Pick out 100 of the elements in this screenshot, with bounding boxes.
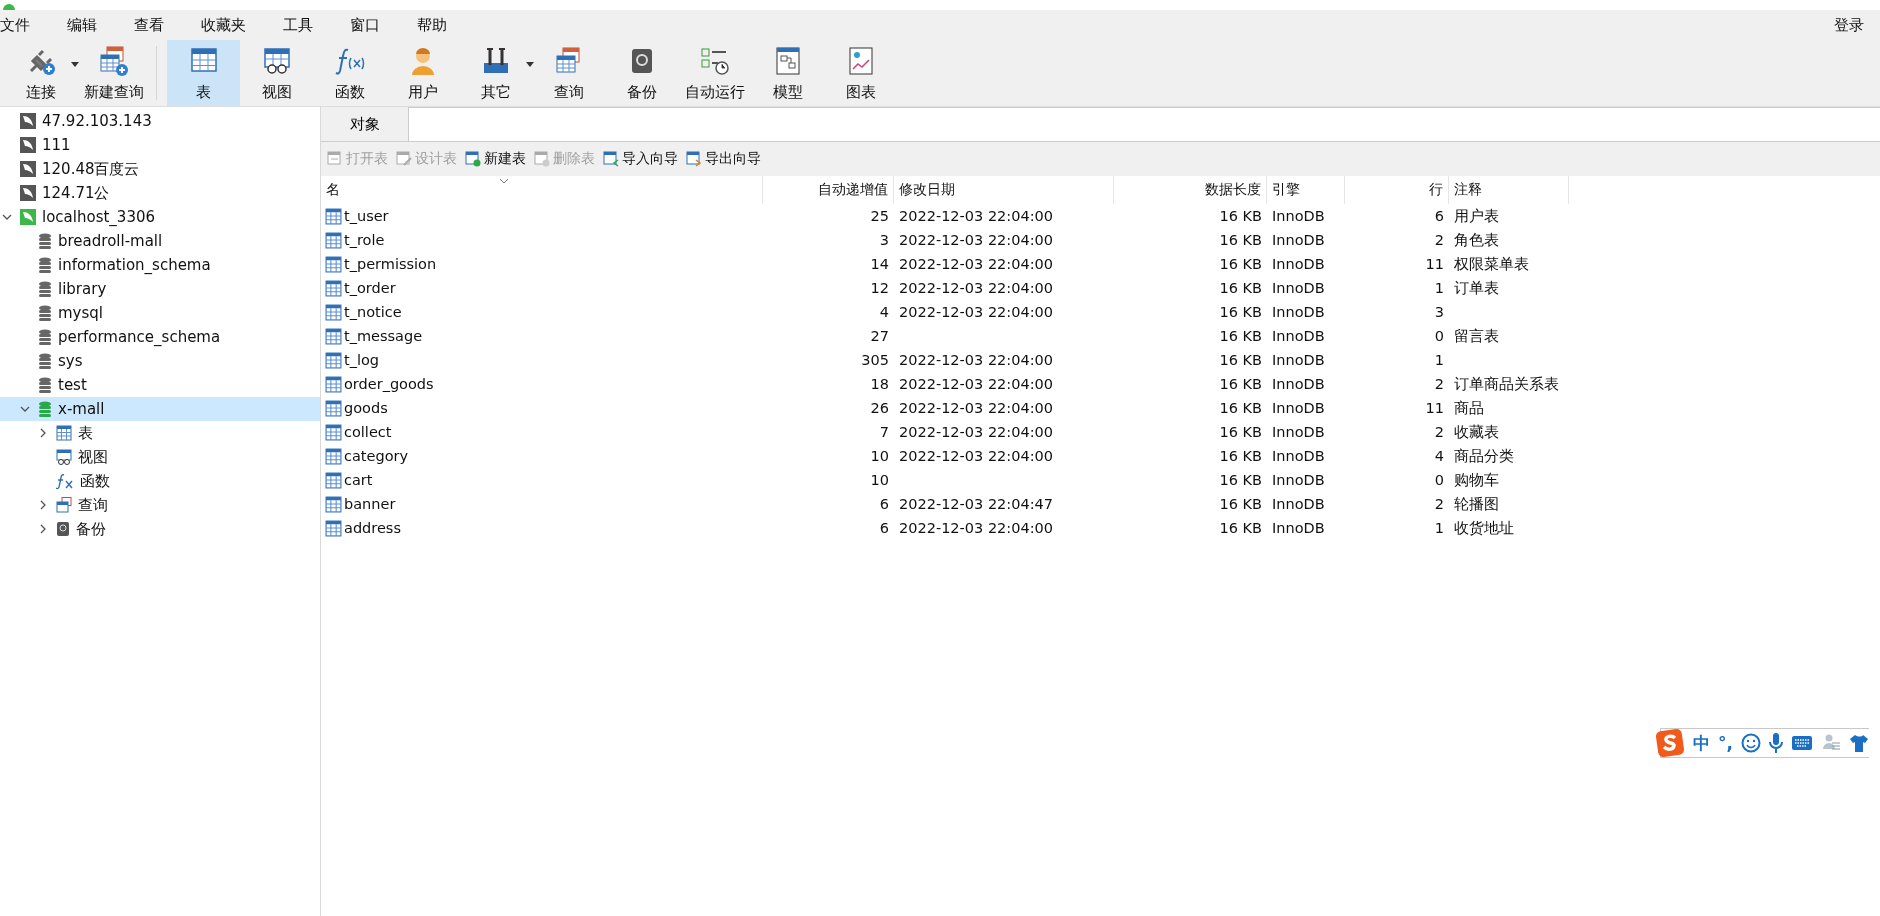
table-cell-text: 2022-12-03 22:04:00 bbox=[898, 231, 1054, 250]
menu-item[interactable]: 窗口 bbox=[350, 15, 393, 35]
tree-item[interactable]: 备份 bbox=[0, 517, 320, 541]
tree-item[interactable]: 函数 bbox=[0, 469, 320, 493]
menu-item[interactable]: 收藏夹 bbox=[201, 15, 259, 35]
toolbar-button[interactable]: 表 bbox=[167, 40, 240, 106]
tree-item[interactable]: x-mall bbox=[0, 397, 320, 421]
table-cell[interactable]: banner bbox=[321, 492, 763, 516]
table-cell-text: 16 KB bbox=[1218, 255, 1263, 274]
column-header[interactable]: 注释 bbox=[1449, 176, 1569, 204]
table-cell-text: 0 bbox=[1433, 327, 1445, 346]
table-cell[interactable]: t_notice bbox=[321, 300, 763, 324]
microphone-icon[interactable] bbox=[1768, 732, 1783, 754]
menu-item[interactable]: 帮助 bbox=[417, 15, 460, 35]
table-cell-text: 权限菜单表 bbox=[1453, 254, 1530, 274]
table-cell[interactable]: t_role bbox=[321, 228, 763, 252]
toolbar-button[interactable]: 图表 bbox=[824, 40, 897, 106]
tree-item[interactable]: sys bbox=[0, 349, 320, 373]
menu-item[interactable]: 查看 bbox=[134, 15, 177, 35]
toolbar-button[interactable]: 连接 bbox=[4, 40, 77, 106]
table-cell-text: InnoDB bbox=[1271, 207, 1326, 226]
table-cell[interactable]: category bbox=[321, 444, 763, 468]
table-icon bbox=[325, 351, 342, 369]
table-cell-text: 2 bbox=[1433, 231, 1445, 250]
column-header[interactable]: 修改日期 bbox=[894, 176, 1114, 204]
column-header[interactable]: 自动递增值 bbox=[763, 176, 894, 204]
tree-item[interactable]: performance_schema bbox=[0, 325, 320, 349]
tree-item[interactable]: mysql bbox=[0, 301, 320, 325]
tree-item[interactable]: library bbox=[0, 277, 320, 301]
table-cell-text: 3 bbox=[1433, 303, 1445, 322]
column-header[interactable]: 数据长度 bbox=[1114, 176, 1267, 204]
toolbar-button[interactable]: 导入向导 bbox=[603, 150, 678, 168]
table-cell[interactable]: t_message bbox=[321, 324, 763, 348]
table-cell-text: 轮播图 bbox=[1453, 494, 1500, 514]
table-cell-text: 16 KB bbox=[1218, 447, 1263, 466]
column-header[interactable]: 名 bbox=[321, 176, 763, 204]
tree-item[interactable]: information_schema bbox=[0, 253, 320, 277]
menu-item[interactable]: 编辑 bbox=[67, 15, 110, 35]
table-icon bbox=[325, 447, 342, 465]
toolbar-button[interactable]: 函数 bbox=[313, 40, 386, 106]
table-cell[interactable]: collect bbox=[321, 420, 763, 444]
table-icon bbox=[325, 519, 342, 537]
table-cell[interactable]: cart bbox=[321, 468, 763, 492]
tree-item[interactable]: 120.48百度云 bbox=[0, 157, 320, 181]
toolbar-button[interactable]: 备份 bbox=[605, 40, 678, 106]
toolbar-button[interactable]: 视图 bbox=[240, 40, 313, 106]
toolbar-button[interactable]: 新建表 bbox=[465, 150, 526, 168]
menu-item[interactable]: 工具 bbox=[283, 15, 326, 35]
table-cell-text: 305 bbox=[860, 351, 890, 370]
toolbar-button[interactable]: 新建查询 bbox=[77, 40, 150, 106]
tree-item[interactable]: 视图 bbox=[0, 445, 320, 469]
table-cell-text: 2022-12-03 22:04:00 bbox=[898, 447, 1054, 466]
table-stack-icon bbox=[56, 497, 72, 513]
table-cell-text: 11 bbox=[1424, 255, 1445, 274]
table-cell[interactable]: t_order bbox=[321, 276, 763, 300]
column-header[interactable]: 引擎 bbox=[1267, 176, 1345, 204]
table-cell[interactable]: t_permission bbox=[321, 252, 763, 276]
table-icon bbox=[325, 231, 342, 249]
table-cell[interactable]: address bbox=[321, 516, 763, 540]
toolbar-button[interactable]: 用户 bbox=[386, 40, 459, 106]
table-cell-text: 4 bbox=[1433, 447, 1445, 466]
column-header[interactable]: 行 bbox=[1345, 176, 1449, 204]
table-cell-text: 16 KB bbox=[1218, 519, 1263, 538]
database-icon bbox=[38, 401, 52, 417]
tree-item[interactable]: breadroll-mall bbox=[0, 229, 320, 253]
table-cell-text: 2022-12-03 22:04:47 bbox=[898, 495, 1054, 514]
smiley-icon[interactable] bbox=[1740, 733, 1761, 753]
login-link[interactable]: 登录 bbox=[1834, 15, 1864, 35]
toolbar-button[interactable]: 模型 bbox=[751, 40, 824, 106]
tree-item[interactable]: test bbox=[0, 373, 320, 397]
tree-item[interactable]: 47.92.103.143 bbox=[0, 109, 320, 133]
ime-punctuation-label[interactable]: °, bbox=[1718, 733, 1733, 753]
tree-item[interactable]: localhost_3306 bbox=[0, 205, 320, 229]
toolbar-button[interactable]: 导出向导 bbox=[686, 150, 761, 168]
table-cell[interactable]: t_user bbox=[321, 204, 763, 228]
shirt-icon[interactable] bbox=[1848, 733, 1869, 753]
table-cell[interactable]: order_goods bbox=[321, 372, 763, 396]
table-cell[interactable]: goods bbox=[321, 396, 763, 420]
table-plus-icon bbox=[97, 44, 130, 77]
table-cell-text: 2022-12-03 22:04:00 bbox=[898, 351, 1054, 370]
table-cell-text: 2022-12-03 22:04:00 bbox=[898, 375, 1054, 394]
database-icon bbox=[38, 257, 52, 273]
table-icon bbox=[325, 255, 342, 273]
tree-item[interactable]: 查询 bbox=[0, 493, 320, 517]
toolbar-button[interactable]: 其它 bbox=[459, 40, 532, 106]
keyboard-icon[interactable] bbox=[1790, 735, 1813, 751]
table-icon bbox=[325, 399, 342, 417]
tree-item[interactable]: 124.71公 bbox=[0, 181, 320, 205]
toolbar-button[interactable]: 查询 bbox=[532, 40, 605, 106]
ime-mode-label[interactable]: 中 bbox=[1693, 731, 1710, 755]
toolbar-button[interactable]: 自动运行 bbox=[678, 40, 751, 106]
tree-item[interactable]: 111 bbox=[0, 133, 320, 157]
table-cell-text: 3 bbox=[878, 231, 890, 250]
table-cell-text: 1 bbox=[1433, 351, 1445, 370]
table-cell-text: 16 KB bbox=[1218, 423, 1263, 442]
table-cell[interactable]: t_log bbox=[321, 348, 763, 372]
table-cell-text: 16 KB bbox=[1218, 279, 1263, 298]
table-cell-text: InnoDB bbox=[1271, 423, 1326, 442]
tree-item[interactable]: 表 bbox=[0, 421, 320, 445]
menu-item[interactable]: 文件 bbox=[0, 15, 43, 35]
